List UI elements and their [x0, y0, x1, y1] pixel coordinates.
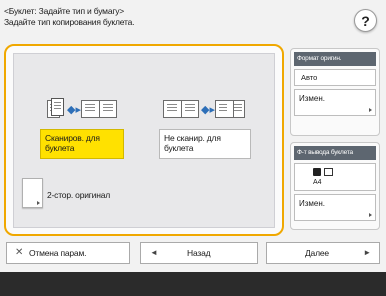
no-scan-booklet-diagram-icon: ◆▸ — [163, 100, 245, 120]
screen-title: <Буклет: Задайте тип и бумагу> — [4, 6, 125, 16]
next-arrow-icon: ► — [363, 248, 371, 257]
close-icon: ✕ — [15, 247, 24, 258]
booklet-output-change-button[interactable]: Измен. — [294, 194, 376, 221]
booklet-type-panel: ◆▸ ◆▸ Сканиров. для буклета Не сканир. д… — [4, 44, 284, 236]
booklet-cover-icon — [313, 168, 321, 176]
help-icon: ? — [361, 12, 370, 29]
back-button[interactable]: ◄ Назад — [140, 242, 258, 264]
booklet-output-card: Ф-т вывода буклета А4 Измен. — [290, 142, 380, 230]
cancel-settings-button[interactable]: ✕ Отмена парам. — [6, 242, 130, 264]
booklet-spread-icon — [324, 168, 333, 176]
booklet-options-area: ◆▸ ◆▸ Сканиров. для буклета Не сканир. д… — [13, 53, 275, 228]
back-arrow-icon: ◄ — [150, 248, 158, 257]
booklet-output-heading: Ф-т вывода буклета — [294, 146, 376, 160]
booklet-output-size: А4 — [313, 179, 322, 186]
scan-booklet-diagram-icon: ◆▸ — [47, 98, 117, 120]
original-format-change-button[interactable]: Измен. — [294, 89, 376, 116]
double-sided-original-label: 2-стор. оригинал — [47, 190, 111, 200]
original-format-card: Формат оригин. Авто Измен. — [290, 48, 380, 136]
double-sided-original-toggle[interactable] — [22, 178, 43, 208]
scan-for-booklet-button[interactable]: Сканиров. для буклета — [40, 129, 124, 159]
help-button[interactable]: ? — [354, 9, 377, 32]
next-button[interactable]: Далее ► — [266, 242, 380, 264]
no-scan-for-booklet-button[interactable]: Не сканир. для буклета — [159, 129, 251, 159]
booklet-output-preview: А4 — [294, 163, 376, 191]
original-format-heading: Формат оригин. — [294, 52, 376, 66]
status-bar — [0, 272, 386, 296]
original-format-value: Авто — [294, 69, 376, 86]
screen-instruction: Задайте тип копирования буклета. — [4, 17, 135, 27]
